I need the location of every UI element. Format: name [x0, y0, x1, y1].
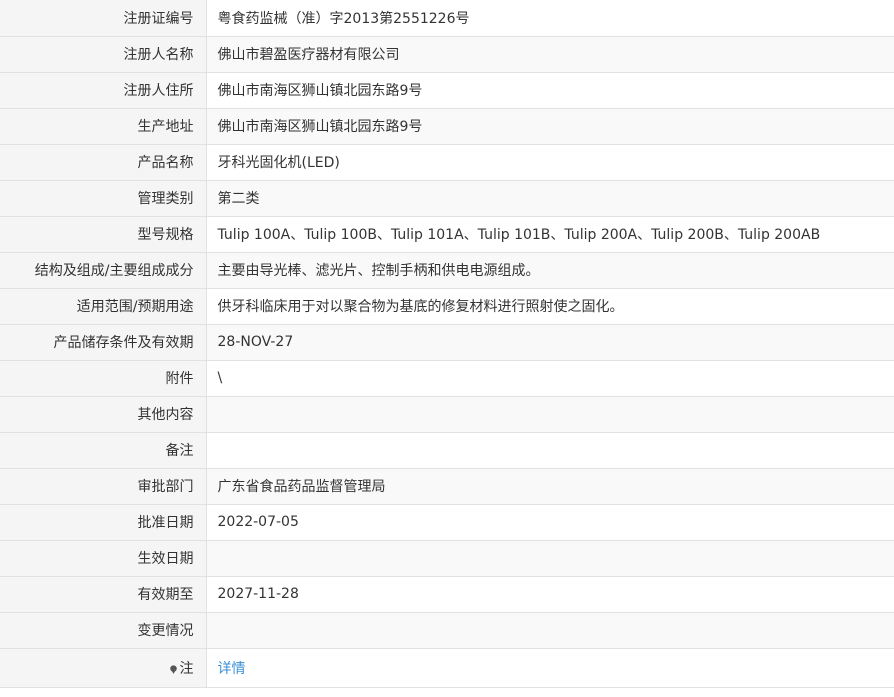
field-value-change-status: [206, 611, 894, 649]
table-row: 产品名称 牙科光固化机(LED): [0, 143, 894, 181]
field-value-valid-until: 2027-11-28: [206, 575, 894, 613]
field-value-registration-number: 粤食药监械（准）字2013第2551226号: [206, 0, 894, 37]
field-label-production-address: 生产地址: [0, 107, 207, 145]
details-link[interactable]: 详情: [218, 661, 246, 677]
field-value-registrant-name: 佛山市碧盈医疗器材有限公司: [206, 35, 894, 73]
field-value-registrant-address: 佛山市南海区狮山镇北园东路9号: [206, 71, 894, 109]
table-row: 结构及组成/主要组成成分 主要由导光棒、滤光片、控制手柄和供电电源组成。: [0, 251, 894, 289]
table-row: 备注: [0, 431, 894, 469]
field-label-change-status: 变更情况: [0, 611, 207, 649]
field-value-management-category: 第二类: [206, 179, 894, 217]
table-row: 注册人住所 佛山市南海区狮山镇北园东路9号: [0, 71, 894, 109]
table-row: 适用范围/预期用途 供牙科临床用于对以聚合物为基底的修复材料进行照射使之固化。: [0, 287, 894, 325]
field-value-remarks: [206, 431, 894, 469]
field-value-other-content: [206, 395, 894, 433]
field-label-product-name: 产品名称: [0, 143, 207, 181]
field-label-composition: 结构及组成/主要组成成分: [0, 251, 207, 289]
field-label-attachment: 附件: [0, 359, 207, 397]
note-value-cell: 详情: [206, 647, 894, 688]
field-value-approval-department: 广东省食品药品监督管理局: [206, 467, 894, 505]
table-row: 有效期至 2027-11-28: [0, 575, 894, 613]
field-value-approval-date: 2022-07-05: [206, 503, 894, 541]
field-label-other-content: 其他内容: [0, 395, 207, 433]
table-row: 型号规格 Tulip 100A、Tulip 100B、Tulip 101A、Tu…: [0, 215, 894, 253]
field-value-intended-use: 供牙科临床用于对以聚合物为基底的修复材料进行照射使之固化。: [206, 287, 894, 325]
table-row: 审批部门 广东省食品药品监督管理局: [0, 467, 894, 505]
field-value-production-address: 佛山市南海区狮山镇北园东路9号: [206, 107, 894, 145]
table-row: 生效日期: [0, 539, 894, 577]
table-row: 注册证编号 粤食药监械（准）字2013第2551226号: [0, 0, 894, 37]
table-row: 管理类别 第二类: [0, 179, 894, 217]
field-value-model-spec: Tulip 100A、Tulip 100B、Tulip 101A、Tulip 1…: [206, 215, 894, 253]
field-label-effective-date: 生效日期: [0, 539, 207, 577]
field-label-approval-department: 审批部门: [0, 467, 207, 505]
field-label-valid-until: 有效期至: [0, 575, 207, 613]
field-value-storage-validity: 28-NOV-27: [206, 323, 894, 361]
field-value-effective-date: [206, 539, 894, 577]
field-label-intended-use: 适用范围/预期用途: [0, 287, 207, 325]
field-value-attachment: \: [206, 359, 894, 397]
table-row: 生产地址 佛山市南海区狮山镇北园东路9号: [0, 107, 894, 145]
table-row: 注 详情: [0, 647, 894, 688]
table-row: 产品储存条件及有效期 28-NOV-27: [0, 323, 894, 361]
registration-detail-table: 注册证编号 粤食药监械（准）字2013第2551226号 注册人名称 佛山市碧盈…: [0, 0, 894, 688]
table-row: 注册人名称 佛山市碧盈医疗器材有限公司: [0, 35, 894, 73]
note-label: 注: [179, 660, 194, 677]
note-label-cell: 注: [0, 647, 207, 688]
table-row: 附件 \: [0, 359, 894, 397]
table-row: 批准日期 2022-07-05: [0, 503, 894, 541]
field-value-product-name: 牙科光固化机(LED): [206, 143, 894, 181]
field-label-model-spec: 型号规格: [0, 215, 207, 253]
field-label-storage-validity: 产品储存条件及有效期: [0, 323, 207, 361]
field-label-registration-number: 注册证编号: [0, 0, 207, 37]
pin-icon: [169, 664, 177, 674]
field-label-remarks: 备注: [0, 431, 207, 469]
field-label-approval-date: 批准日期: [0, 503, 207, 541]
table-row: 其他内容: [0, 395, 894, 433]
field-label-registrant-address: 注册人住所: [0, 71, 207, 109]
field-value-composition: 主要由导光棒、滤光片、控制手柄和供电电源组成。: [206, 251, 894, 289]
field-label-management-category: 管理类别: [0, 179, 207, 217]
detail-table-body: 注册证编号 粤食药监械（准）字2013第2551226号 注册人名称 佛山市碧盈…: [0, 0, 894, 688]
field-label-registrant-name: 注册人名称: [0, 35, 207, 73]
table-row: 变更情况: [0, 611, 894, 649]
